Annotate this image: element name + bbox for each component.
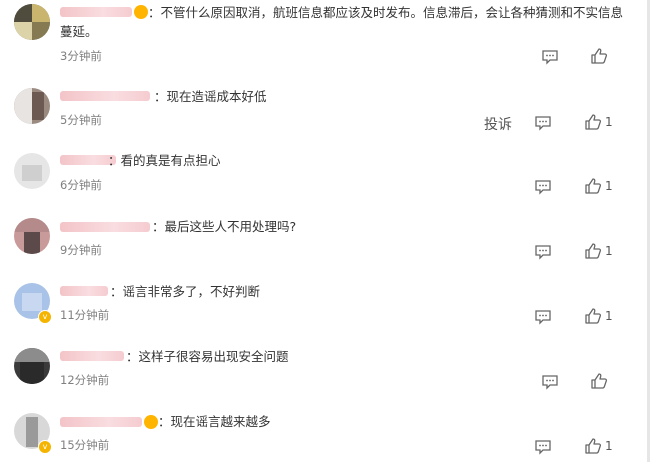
username-blurred[interactable] [60, 286, 108, 296]
avatar[interactable] [14, 348, 50, 384]
username-blurred[interactable] [60, 91, 150, 101]
username-blurred[interactable] [60, 351, 124, 361]
comment-icon[interactable] [534, 179, 552, 195]
verified-badge-icon: v [38, 440, 52, 454]
comment-time: 6分钟前 [60, 178, 102, 192]
like-count: 1 [605, 115, 613, 129]
comment-time: 5分钟前 [60, 113, 102, 127]
comment-time: 12分钟前 [60, 373, 110, 387]
comment-time: 11分钟前 [60, 308, 110, 322]
comment-text: ：看的真是有点担心 [108, 153, 221, 168]
thumbs-up-icon[interactable] [584, 114, 602, 130]
comment-text-cont: 蔓延。 [60, 24, 98, 39]
comment-text: ：现在谣言越来越多 [158, 414, 271, 429]
comment-item: v ：谣言非常多了，不好判断 11分钟前 1 [0, 275, 646, 335]
comment-icon[interactable] [534, 439, 552, 455]
comment-item: ：现在造谣成本好低 5分钟前 投诉 1 [0, 80, 646, 140]
thumbs-up-icon[interactable] [584, 438, 602, 454]
comment-icon[interactable] [541, 374, 559, 390]
comment-item: ：最后这些人不用处理吗? 9分钟前 1 [0, 210, 646, 270]
thumbs-up-icon[interactable] [590, 373, 608, 389]
comment-item: v ：现在谣言越来越多 15分钟前 1 [0, 405, 646, 462]
like-count: 1 [605, 244, 613, 258]
comment-icon[interactable] [534, 244, 552, 260]
comment-text: ：现在造谣成本好低 [154, 89, 267, 104]
like-count: 1 [605, 309, 613, 323]
comment-time: 15分钟前 [60, 438, 110, 452]
username-blurred[interactable] [60, 7, 132, 17]
comment-item: ：这样子很容易出现安全问题 12分钟前 [0, 340, 646, 400]
emoji-icon [134, 5, 148, 19]
thumbs-up-icon[interactable] [584, 308, 602, 324]
comment-item: ：不管什么原因取消，航班信息都应该及时发布。信息滞后，会让各种猜测和不实信息 蔓… [0, 0, 646, 70]
thumbs-up-icon[interactable] [590, 48, 608, 64]
comment-icon[interactable] [534, 309, 552, 325]
comment-time: 3分钟前 [60, 49, 102, 63]
username-blurred[interactable] [60, 417, 142, 427]
comment-text: ：不管什么原因取消，航班信息都应该及时发布。信息滞后，会让各种猜测和不实信息 [148, 5, 624, 20]
comment-icon[interactable] [534, 115, 552, 131]
thumbs-up-icon[interactable] [584, 178, 602, 194]
comment-icon[interactable] [541, 49, 559, 65]
comment-text: ：这样子很容易出现安全问题 [126, 349, 289, 364]
comment-time: 9分钟前 [60, 243, 102, 257]
report-link[interactable]: 投诉 [484, 114, 512, 134]
username-blurred[interactable] [60, 222, 150, 232]
emoji-icon [144, 415, 158, 429]
comment-item: ：看的真是有点担心 6分钟前 1 [0, 145, 646, 205]
verified-badge-icon: v [38, 310, 52, 324]
thumbs-up-icon[interactable] [584, 243, 602, 259]
avatar[interactable] [14, 88, 50, 124]
avatar[interactable] [14, 4, 50, 40]
like-count: 1 [605, 439, 613, 453]
avatar[interactable] [14, 218, 50, 254]
comment-text: ：谣言非常多了，不好判断 [110, 284, 261, 299]
avatar[interactable] [14, 153, 50, 189]
comment-text: ：最后这些人不用处理吗? [152, 219, 297, 234]
like-count: 1 [605, 179, 613, 193]
